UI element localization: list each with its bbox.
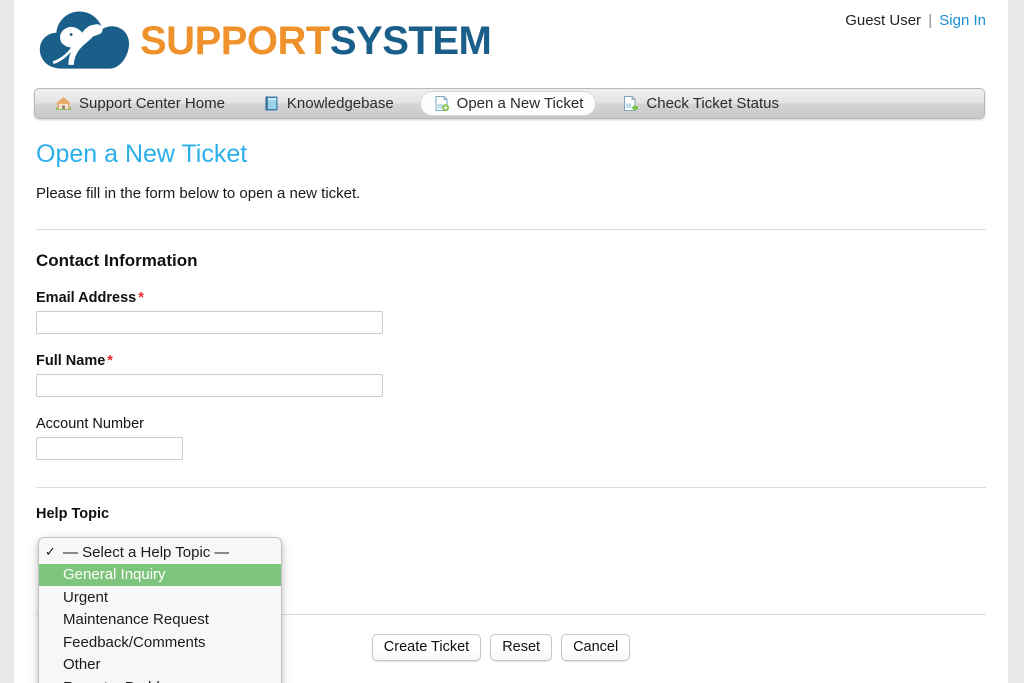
help-topic-option-label: General Inquiry — [63, 566, 166, 584]
label-text: Email Address — [36, 290, 137, 306]
help-topic-label: Help Topic — [36, 506, 110, 522]
site-header: SUPPORTSYSTEM Guest User | Sign In — [14, 0, 1008, 86]
book-icon — [265, 96, 278, 111]
nav-item-open-a-new-ticket[interactable]: Open a New Ticket — [419, 91, 597, 116]
nav-item-support-center-home[interactable]: Support Center Home — [43, 92, 237, 115]
field-account-number: Account Number — [14, 397, 1008, 460]
help-topic-option-label: Feedback/Comments — [63, 633, 206, 651]
help-topic-option[interactable]: Urgent — [39, 586, 281, 609]
help-topic-option-label: Maintenance Request — [63, 611, 209, 629]
help-topic-option-label: — Select a Help Topic — — [63, 543, 230, 561]
logo-word-system: SYSTEM — [329, 19, 492, 63]
help-topic-option-label: Other — [63, 656, 101, 674]
label-text: Full Name — [36, 353, 106, 369]
email-address-label: Email Address * — [36, 290, 1008, 306]
help-topic-option-label: Urgent — [63, 588, 109, 606]
required-marker: * — [107, 353, 113, 369]
required-marker: * — [138, 290, 144, 306]
check-status-icon — [624, 95, 639, 112]
reset-button[interactable]: Reset — [490, 634, 553, 661]
nav-label: Knowledgebase — [286, 95, 394, 112]
cancel-button[interactable]: Cancel — [561, 634, 631, 661]
user-bar: Guest User | Sign In — [845, 12, 986, 29]
section-title-contact-information: Contact Information — [36, 251, 198, 270]
main-navigation: Support Center Home Knowledgebase Open a… — [34, 88, 985, 119]
nav-label: Check Ticket Status — [646, 95, 779, 112]
help-topic-dropdown-menu[interactable]: ✓ — Select a Help Topic — General Inquiry U… — [38, 537, 282, 683]
full-name-label: Full Name * — [36, 353, 1008, 369]
help-topic-option[interactable]: ✓ — Select a Help Topic — — [39, 541, 281, 564]
logo-wordmark: SUPPORTSYSTEM — [140, 19, 492, 63]
page-canvas: SUPPORTSYSTEM Guest User | Sign In Suppo… — [14, 0, 1008, 683]
help-topic-option[interactable]: Other — [39, 654, 281, 677]
logo-word-support: SUPPORT — [140, 19, 330, 63]
nav-item-knowledgebase[interactable]: Knowledgebase — [251, 92, 406, 115]
browser-screenshot: SUPPORTSYSTEM Guest User | Sign In Suppo… — [0, 0, 1024, 683]
create-ticket-button[interactable]: Create Ticket — [371, 634, 482, 661]
email-address-input[interactable] — [36, 311, 383, 334]
field-full-name: Full Name * — [14, 334, 1008, 397]
page-intro-text: Please fill in the form below to open a … — [36, 185, 361, 202]
account-number-input[interactable] — [36, 437, 183, 460]
nav-label: Support Center Home — [79, 95, 225, 112]
new-ticket-icon — [435, 95, 449, 111]
cloud-kangaroo-logo-icon — [39, 11, 130, 69]
nav-label: Open a New Ticket — [456, 95, 584, 112]
help-topic-option[interactable]: Report a Problem — [39, 676, 281, 683]
nav-item-check-ticket-status[interactable]: Check Ticket Status — [610, 92, 791, 115]
help-topic-option[interactable]: General Inquiry — [39, 563, 281, 586]
page-title: Open a New Ticket — [36, 140, 248, 168]
account-number-label: Account Number — [36, 416, 144, 432]
sign-in-link[interactable]: Sign In — [939, 12, 986, 29]
guest-user-label: Guest User — [845, 12, 922, 29]
help-topic-option[interactable]: Maintenance Request — [39, 609, 281, 632]
field-email-address: Email Address * — [14, 271, 1008, 334]
userbar-separator: | — [928, 12, 933, 29]
home-icon — [56, 97, 71, 110]
full-name-input[interactable] — [36, 374, 383, 397]
help-topic-option[interactable]: Feedback/Comments — [39, 631, 281, 654]
check-icon: ✓ — [45, 544, 56, 560]
help-topic-option-label: Report a Problem — [63, 679, 181, 683]
site-logo[interactable]: SUPPORTSYSTEM — [38, 4, 492, 78]
